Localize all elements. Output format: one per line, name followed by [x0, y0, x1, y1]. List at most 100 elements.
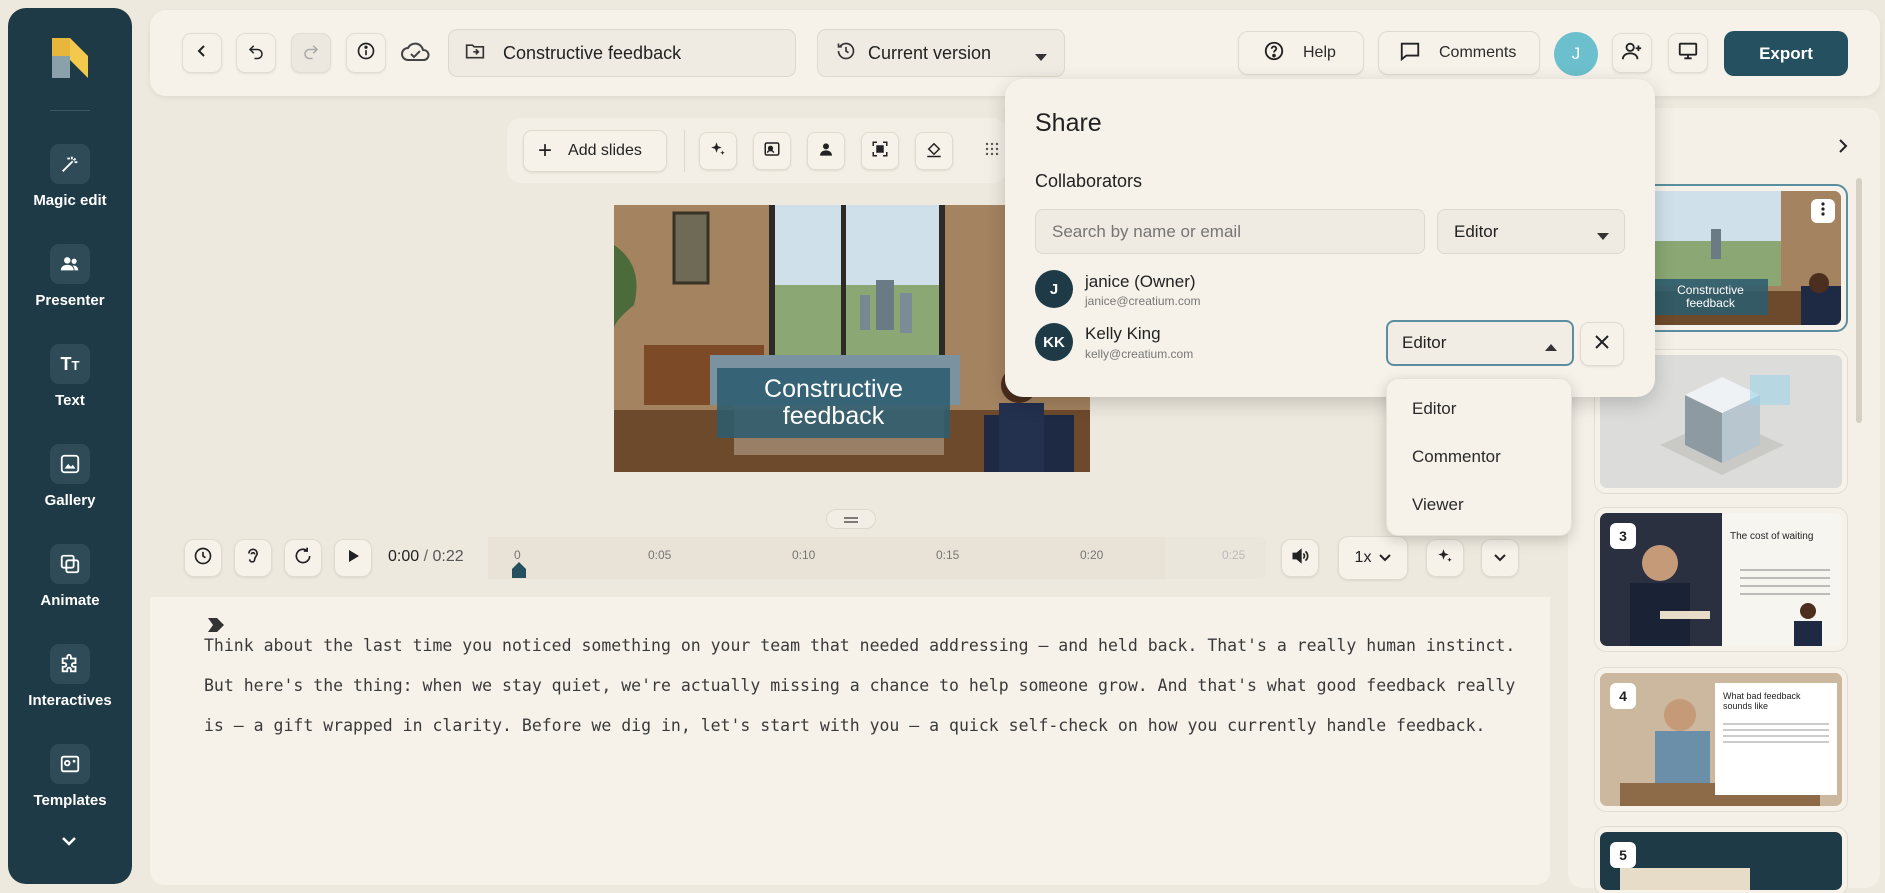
- comments-button[interactable]: Comments: [1378, 31, 1540, 75]
- play-button[interactable]: [334, 539, 372, 577]
- project-title-field[interactable]: Constructive feedback: [448, 29, 796, 77]
- rail-item-gallery[interactable]: Gallery: [8, 444, 132, 524]
- role-option-commentor[interactable]: Commentor: [1387, 433, 1571, 481]
- grid-icon[interactable]: [985, 142, 999, 161]
- role-label: Editor: [1402, 333, 1447, 352]
- rail-item-presenter[interactable]: Presenter: [8, 244, 132, 324]
- tick-label: 0:20: [1080, 548, 1104, 562]
- history-icon: [836, 41, 856, 66]
- version-label: Current version: [868, 42, 992, 63]
- thumbnail-heading: The cost of waiting: [1730, 531, 1814, 542]
- role-option-editor[interactable]: Editor: [1387, 385, 1571, 433]
- presenter-layout-button[interactable]: [753, 132, 791, 170]
- rail-label: Templates: [33, 792, 107, 809]
- puzzle-icon: [50, 644, 90, 684]
- add-user-button[interactable]: [1612, 33, 1652, 73]
- info-button[interactable]: [346, 33, 386, 73]
- rail-item-text[interactable]: TT Text: [8, 344, 132, 424]
- slide-title-box[interactable]: Constructive feedback: [717, 368, 950, 438]
- redo-button[interactable]: [291, 33, 331, 73]
- fill-button[interactable]: [915, 132, 953, 170]
- remove-collaborator-button[interactable]: [1580, 322, 1624, 366]
- role-option-viewer[interactable]: Viewer: [1387, 481, 1571, 529]
- add-user-icon: [1621, 40, 1643, 67]
- comments-label: Comments: [1439, 44, 1517, 61]
- speed-label: 1x: [1354, 549, 1372, 566]
- current-time: 0:00: [388, 548, 420, 565]
- slide-title-line1: Constructive: [764, 375, 903, 403]
- crop-button[interactable]: [861, 132, 899, 170]
- slide-number: 3: [1610, 523, 1636, 549]
- rail-label: Text: [55, 392, 85, 409]
- clock-icon: [193, 546, 213, 571]
- rail-label: Gallery: [44, 492, 96, 509]
- thumbnail-heading: What bad feedback sounds like: [1723, 691, 1801, 711]
- voice-button[interactable]: [234, 539, 272, 577]
- ear-icon: [243, 546, 263, 571]
- role-label: Editor: [1454, 221, 1499, 241]
- timeline-track[interactable]: [488, 537, 1266, 579]
- chevron-right-icon[interactable]: [1838, 138, 1848, 159]
- more-options-button[interactable]: [1481, 539, 1519, 577]
- version-select[interactable]: Current version: [817, 29, 1065, 77]
- play-icon: [346, 549, 360, 568]
- rail-label: Magic edit: [33, 192, 107, 209]
- total-time: 0:22: [432, 548, 464, 565]
- info-icon: [356, 41, 376, 66]
- panel-resize-handle[interactable]: [826, 509, 876, 529]
- new-collaborator-role-select[interactable]: Editor: [1437, 209, 1625, 254]
- collaborator-name: Kelly King: [1085, 324, 1161, 343]
- slide-thumbnail[interactable]: 5: [1594, 826, 1848, 893]
- script-line: is — a gift wrapped in clarity. Before w…: [204, 716, 1486, 735]
- export-button[interactable]: Export: [1724, 31, 1848, 76]
- replay-button[interactable]: [284, 539, 322, 577]
- caret-down-icon: [1034, 49, 1048, 67]
- add-slides-button[interactable]: + Add slides: [523, 130, 667, 172]
- present-button[interactable]: [1668, 33, 1708, 73]
- rail-item-interactives[interactable]: Interactives: [8, 644, 132, 724]
- app-logo[interactable]: [52, 38, 88, 78]
- collaborator-role-select[interactable]: Editor: [1386, 320, 1574, 366]
- users-icon: [50, 244, 90, 284]
- thumbnail-menu-button[interactable]: [1811, 199, 1835, 223]
- toolbar-divider: [684, 130, 685, 172]
- rail-item-templates[interactable]: Templates: [8, 744, 132, 824]
- thumbnail-block: [1620, 868, 1750, 890]
- caret-down-icon: [1596, 228, 1610, 246]
- add-slides-label: Add slides: [568, 142, 642, 159]
- chevron-down-icon: [1494, 549, 1506, 567]
- script-editor[interactable]: Think about the last time you noticed so…: [204, 626, 1524, 746]
- undo-icon: [247, 42, 265, 65]
- chevron-down-icon: [1379, 549, 1392, 567]
- folder-icon: [465, 42, 485, 65]
- ai-voice-button[interactable]: [1426, 539, 1464, 577]
- user-avatar[interactable]: J: [1554, 32, 1598, 76]
- rail-item-animate[interactable]: Animate: [8, 544, 132, 624]
- timer-button[interactable]: [184, 539, 222, 577]
- undo-button[interactable]: [236, 33, 276, 73]
- slide-number: 4: [1610, 683, 1636, 709]
- image-icon: [50, 444, 90, 484]
- ai-sparkle-button[interactable]: [699, 132, 737, 170]
- redo-icon: [302, 42, 320, 65]
- slide-thumbnail[interactable]: 3 The cost of waiting: [1594, 507, 1848, 652]
- chevron-down-icon[interactable]: [60, 834, 78, 853]
- collaborator-search-input[interactable]: [1035, 209, 1425, 254]
- rail-item-magic-edit[interactable]: Magic edit: [8, 144, 132, 224]
- playhead[interactable]: [511, 562, 527, 583]
- thumbnail-scrollbar[interactable]: [1856, 178, 1862, 423]
- presenter-card-icon: [763, 140, 781, 163]
- rail-label: Presenter: [35, 292, 105, 309]
- replay-icon: [293, 546, 313, 571]
- presenter-figure: [1788, 599, 1828, 646]
- help-button[interactable]: Help: [1238, 31, 1364, 75]
- slide-thumbnail[interactable]: 4 What bad feedback sounds like: [1594, 667, 1848, 812]
- collaborator-avatar: KK: [1035, 323, 1073, 361]
- left-rail: Magic edit Presenter TT Text Gallery Ani…: [8, 8, 132, 884]
- back-button[interactable]: [182, 33, 222, 73]
- volume-button[interactable]: [1281, 539, 1319, 577]
- script-line: Think about the last time you noticed so…: [204, 636, 1516, 655]
- speed-select[interactable]: 1x: [1338, 536, 1408, 580]
- avatar-button[interactable]: [807, 132, 845, 170]
- tick-label: 0:10: [792, 548, 816, 562]
